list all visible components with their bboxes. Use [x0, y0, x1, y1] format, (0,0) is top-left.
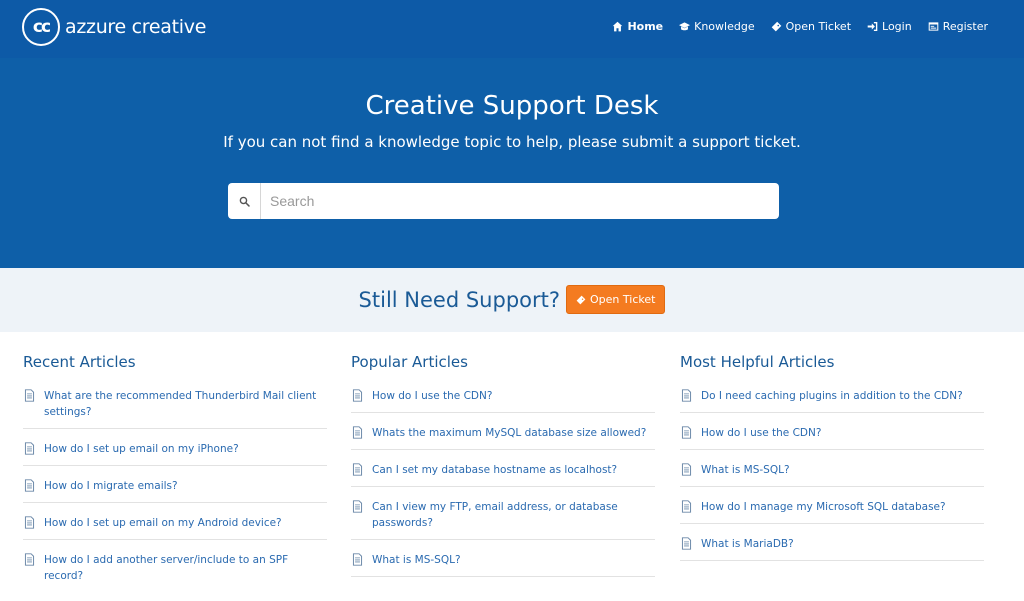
- article-title: How do I manage my Microsoft SQL databas…: [701, 501, 946, 513]
- document-icon: [681, 426, 692, 439]
- nav-register[interactable]: Register: [928, 20, 988, 33]
- article-link[interactable]: Can I view my FTP, email address, or dat…: [351, 496, 655, 540]
- article-link[interactable]: How do I manage my Microsoft SQL databas…: [680, 496, 984, 524]
- article-link[interactable]: How do I add another server/include to a…: [23, 549, 327, 592]
- document-icon: [681, 389, 692, 402]
- article-link[interactable]: How do I use the CDN?: [351, 385, 655, 413]
- most-helpful-articles-column: Most Helpful Articles Do I need caching …: [680, 353, 984, 570]
- popular-articles-heading: Popular Articles: [351, 353, 468, 371]
- article-title: Whats the maximum MySQL database size al…: [372, 427, 647, 439]
- brand-name: azzure creative: [65, 16, 207, 38]
- article-link[interactable]: What is MariaDB?: [680, 533, 984, 561]
- article-title: How do I migrate emails?: [44, 480, 178, 492]
- logo-mark: cc: [22, 8, 60, 46]
- recent-articles-heading: Recent Articles: [23, 353, 136, 371]
- nav-knowledge-label: Knowledge: [694, 20, 755, 33]
- document-icon: [352, 500, 363, 513]
- article-title: What is MS-SQL?: [372, 554, 461, 566]
- hero-subtitle: If you can not find a knowledge topic to…: [223, 133, 801, 151]
- hero-section: Creative Support Desk If you can not fin…: [0, 58, 1024, 268]
- nav-open-ticket-label: Open Ticket: [785, 20, 852, 33]
- article-link[interactable]: How do I set up email on my Android devi…: [23, 512, 327, 540]
- support-strip-content: Still Need Support? Open Ticket: [0, 285, 1024, 314]
- document-icon: [24, 516, 35, 529]
- top-navbar: cc azzure creative Home Knowledge Open T…: [0, 0, 1024, 58]
- support-strip: Still Need Support? Open Ticket: [0, 268, 1024, 332]
- article-link[interactable]: How do I set up email on my iPhone?: [23, 438, 327, 466]
- document-icon: [24, 479, 35, 492]
- logo-mark-text: cc: [32, 17, 51, 37]
- article-title: How do I add another server/include to a…: [44, 554, 289, 582]
- nav-open-ticket[interactable]: Open Ticket: [771, 20, 851, 33]
- article-title: How do I use the CDN?: [701, 427, 822, 439]
- article-link[interactable]: What are the recommended Thunderbird Mai…: [23, 385, 327, 429]
- document-icon: [24, 442, 35, 455]
- brand-logo[interactable]: cc azzure creative: [22, 8, 206, 46]
- article-title: How do I use the CDN?: [372, 390, 493, 402]
- home-icon: [613, 21, 623, 32]
- article-title: Can I view my FTP, email address, or dat…: [372, 501, 618, 529]
- document-icon: [681, 500, 692, 513]
- search-button[interactable]: [228, 183, 261, 219]
- main-nav: Home Knowledge Open Ticket Login Registe…: [612, 20, 988, 33]
- support-title: Still Need Support?: [358, 287, 561, 312]
- nav-knowledge[interactable]: Knowledge: [679, 20, 755, 33]
- document-icon: [352, 463, 363, 476]
- document-icon: [681, 537, 692, 550]
- register-icon: [928, 22, 939, 31]
- nav-register-label: Register: [942, 20, 988, 33]
- most-helpful-articles-heading: Most Helpful Articles: [680, 353, 835, 371]
- article-title: What is MariaDB?: [701, 538, 794, 550]
- article-title: Can I set my database hostname as localh…: [372, 464, 618, 476]
- nav-home-label: Home: [627, 20, 664, 33]
- article-title: What is MS-SQL?: [701, 464, 790, 476]
- article-title: How do I set up email on my Android devi…: [44, 517, 282, 529]
- article-link[interactable]: Whats the maximum MySQL database size al…: [351, 422, 655, 450]
- document-icon: [352, 389, 363, 402]
- document-icon: [352, 553, 363, 566]
- article-link[interactable]: What is MS-SQL?: [351, 549, 655, 577]
- article-title: What are the recommended Thunderbird Mai…: [44, 390, 317, 418]
- popular-articles-column: Popular Articles How do I use the CDN? W…: [351, 353, 655, 586]
- article-link[interactable]: How do I use the CDN?: [680, 422, 984, 450]
- article-link[interactable]: What is MS-SQL?: [680, 459, 984, 487]
- search-icon: [239, 196, 250, 207]
- article-link[interactable]: Do I need caching plugins in addition to…: [680, 385, 984, 413]
- ticket-icon: [771, 21, 781, 32]
- open-ticket-button-label: Open Ticket: [590, 293, 656, 306]
- graduation-cap-icon: [679, 22, 691, 31]
- document-icon: [681, 463, 692, 476]
- document-icon: [352, 426, 363, 439]
- nav-login[interactable]: Login: [867, 20, 912, 33]
- article-link[interactable]: Can I set my database hostname as localh…: [351, 459, 655, 487]
- article-title: Do I need caching plugins in addition to…: [701, 390, 963, 402]
- nav-home[interactable]: Home: [612, 20, 663, 33]
- article-title: How do I set up email on my iPhone?: [44, 443, 239, 455]
- nav-login-label: Login: [882, 20, 912, 33]
- page-title: Creative Support Desk: [365, 91, 659, 121]
- document-icon: [24, 389, 35, 402]
- open-ticket-button[interactable]: Open Ticket: [566, 285, 666, 314]
- sign-in-icon: [867, 22, 878, 31]
- ticket-icon: [576, 295, 586, 304]
- article-link[interactable]: How do I migrate emails?: [23, 475, 327, 503]
- search-bar: [228, 183, 779, 219]
- search-input[interactable]: [261, 183, 779, 219]
- document-icon: [24, 553, 35, 566]
